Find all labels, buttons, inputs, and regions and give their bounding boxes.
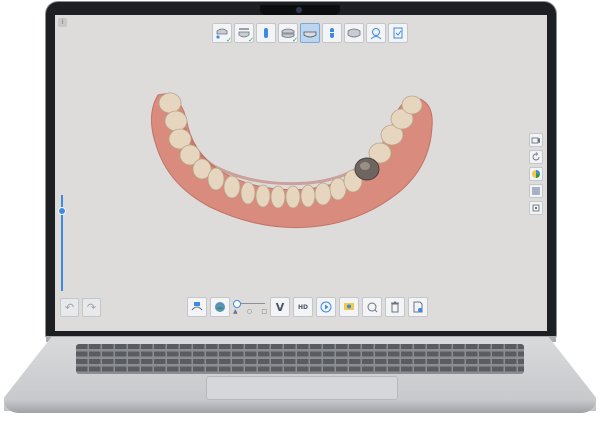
hd-icon[interactable]: HD [293, 297, 313, 317]
bite-alignment-icon[interactable] [344, 23, 364, 43]
play-icon[interactable] [316, 297, 336, 317]
app-info-icon[interactable]: i [58, 18, 67, 27]
color-wheel-icon[interactable] [529, 167, 543, 181]
upper-jaw-scan-icon[interactable]: ✓ [212, 23, 232, 44]
zoom-slider-handle[interactable] [58, 207, 66, 216]
done-check-icon: ✓ [292, 36, 298, 44]
bite-scan-icon[interactable]: ✓ [278, 23, 298, 44]
laptop-base-edge [4, 399, 596, 413]
implant-tooth-icon[interactable] [322, 23, 342, 43]
confirm-checklist-icon[interactable] [388, 23, 408, 43]
redo-button[interactable]: ↷ [82, 298, 101, 317]
brightness-slider[interactable]: ▲ ○ □ [233, 298, 267, 316]
done-check-icon: ✓ [226, 36, 232, 44]
app-screen: i ✓ ✓ ✓ ↶ ↷ ▲ ○ □ V HD [55, 15, 547, 331]
grid-icon[interactable] [529, 201, 543, 215]
undo-button[interactable]: ↶ [60, 298, 79, 317]
patient-face-icon[interactable] [366, 23, 386, 43]
lower-jaw-scan-icon[interactable]: ✓ [234, 23, 254, 44]
touchpad [206, 376, 398, 400]
camera-icon[interactable] [529, 133, 543, 147]
v-tool-icon[interactable]: V [270, 297, 290, 317]
lock-icon[interactable] [362, 297, 382, 317]
rotate-icon[interactable] [529, 150, 543, 164]
brightness-slider-icons: ▲ ○ □ [233, 308, 267, 315]
done-check-icon: ✓ [248, 36, 254, 44]
trim-tool-icon[interactable] [187, 297, 207, 317]
square-icon: □ [261, 308, 267, 315]
scan-settings-icon[interactable] [339, 297, 359, 317]
keyboard [76, 344, 524, 374]
dental-arch-scan[interactable] [140, 75, 440, 265]
crown-highlight [360, 162, 370, 170]
export-file-icon[interactable] [408, 297, 428, 317]
webcam-icon [296, 7, 302, 13]
triangle-icon: ▲ [233, 308, 238, 315]
texture-toggle-icon[interactable] [529, 184, 543, 198]
lower-jaw-active-icon[interactable] [300, 23, 320, 43]
model-view-icon[interactable] [210, 297, 230, 317]
undo-redo-group: ↶ ↷ [60, 298, 101, 317]
delete-icon[interactable] [385, 297, 405, 317]
circle-icon: ○ [246, 308, 253, 315]
top-toolbar: ✓ ✓ ✓ [212, 23, 408, 44]
right-toolbar [529, 133, 543, 215]
bottom-toolbar: ▲ ○ □ V HD [187, 297, 428, 317]
single-tooth-icon[interactable] [256, 23, 276, 43]
brightness-slider-handle[interactable] [233, 300, 241, 308]
